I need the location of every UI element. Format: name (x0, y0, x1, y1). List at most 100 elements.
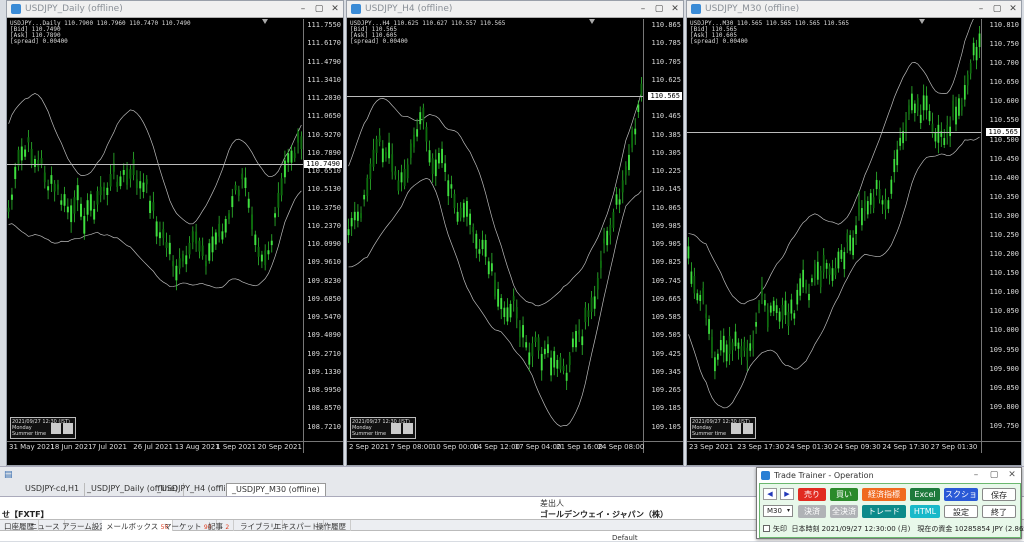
price-tick-label: 110.225 (651, 167, 681, 176)
price-axis[interactable]: 110.865110.785110.705110.625110.545110.4… (643, 19, 683, 453)
indicator-button[interactable]: 経済指標 (862, 488, 906, 501)
candle-body (419, 112, 422, 125)
price-axis[interactable]: 110.810 110.750 110.700 110.650 110.600 110.5… (981, 19, 1021, 453)
minimize-icon[interactable]: – (635, 2, 651, 16)
terminal-tab[interactable]: 操作履歴 (312, 520, 351, 531)
price-tick-label: 110.0990 (307, 240, 341, 249)
maximize-icon[interactable]: ▢ (989, 2, 1005, 16)
shift-marker-icon (919, 19, 925, 24)
chart-window-m30[interactable]: USDJPY_M30 (offline) – ▢ ✕ USDJPY...M30 … (686, 0, 1022, 466)
candle-body (547, 344, 549, 354)
maximize-icon[interactable]: ▢ (985, 470, 1003, 480)
candle-body (20, 146, 23, 161)
candle-body (126, 168, 129, 185)
candle-body (799, 278, 802, 296)
candle-body (425, 126, 428, 142)
candle-body (83, 216, 86, 234)
candle-body (149, 200, 152, 214)
candle-body (214, 232, 217, 245)
candle-body (881, 200, 884, 205)
prev-button[interactable]: ◀ (763, 488, 777, 500)
arrow-checkbox[interactable] (763, 525, 770, 532)
candle-body (899, 137, 902, 146)
price-axis[interactable]: 111.7550 111.6170 111.4790 111.3410 111.2030… (303, 19, 343, 453)
candle-body (919, 114, 922, 123)
candle-body (711, 336, 713, 354)
clock-button[interactable] (731, 423, 741, 434)
screenshot-button[interactable]: スクショ (944, 488, 978, 501)
window-titlebar[interactable]: USDJPY_M30 (offline) – ▢ ✕ (687, 1, 1021, 18)
candle-body (540, 353, 543, 371)
candle-body (793, 313, 796, 319)
clock-button[interactable] (51, 423, 61, 434)
minimize-icon[interactable]: – (967, 470, 985, 480)
close-icon[interactable]: ✕ (1003, 470, 1021, 480)
candle-body (416, 129, 419, 137)
price-tick-label: 110.400 (989, 173, 1019, 182)
exit-button[interactable]: 終了 (982, 505, 1016, 518)
candle-body (966, 74, 969, 86)
close-icon[interactable]: ✕ (1005, 2, 1021, 16)
price-chart[interactable]: USDJPY...Daily 110.7900 110.7960 110.747… (7, 19, 343, 453)
candle-body (241, 173, 244, 180)
settings-button[interactable]: 設定 (944, 505, 978, 518)
candle-body (132, 159, 135, 176)
window-titlebar[interactable]: USDJPY_Daily (offline) – ▢ ✕ (7, 1, 343, 18)
candle-body (603, 238, 605, 244)
save-button[interactable]: 保存 (982, 488, 1016, 501)
candle-body (172, 261, 175, 267)
time-tick-label: 24 Sep 08:00 (597, 443, 645, 451)
price-chart[interactable]: USDJPY...M30 110.565 110.565 110.565 110… (687, 19, 1021, 453)
sell-button[interactable]: 売り (798, 488, 826, 501)
window-title: USDJPY_M30 (offline) (705, 4, 800, 14)
trade-trainer-titlebar[interactable]: Trade Trainer - Operation – ▢ ✕ (757, 468, 1021, 482)
price-tick-label: 110.705 (651, 57, 681, 66)
price-tick-label: 109.505 (651, 331, 681, 340)
chart-window-daily[interactable]: USDJPY_Daily (offline) – ▢ ✕ USDJPY...Da… (6, 0, 344, 466)
chart-tab[interactable]: USDJPY-cd,H1 (20, 483, 86, 496)
candle-body (56, 184, 59, 190)
time-tick-label: 1 Sep 2021 (216, 443, 257, 451)
trade-trainer-window[interactable]: Trade Trainer - Operation – ▢ ✕ ◀ ▶ 売り 買… (756, 467, 1024, 539)
chart-window-h4[interactable]: USDJPY_H4 (offline) – ▢ ✕ USDJPY...H4 11… (346, 0, 684, 466)
maximize-icon[interactable]: ▢ (311, 2, 327, 16)
close-icon[interactable]: ✕ (327, 2, 343, 16)
price-tick-label: 109.9610 (307, 258, 341, 267)
candle-body (934, 132, 937, 142)
price-tick-label: 110.450 (989, 154, 1019, 163)
time-tick-label: 13 Aug 2021 (174, 443, 220, 451)
bid-line (347, 96, 643, 97)
chart-tab-active[interactable]: _USDJPY_M30 (offline) (226, 483, 326, 496)
price-tick-label: 109.800 (989, 402, 1019, 411)
settle-all-button[interactable]: 全決済 (830, 505, 858, 518)
timeframe-select[interactable]: M30 ▾ (763, 505, 793, 517)
candle-body (109, 174, 112, 187)
clock-button[interactable] (743, 423, 753, 434)
price-chart[interactable]: USDJPY...H4 110.625 110.627 110.557 110.… (347, 19, 683, 453)
clock-button[interactable] (391, 423, 401, 434)
candle-body (381, 148, 384, 163)
minimize-icon[interactable]: – (973, 2, 989, 16)
next-button[interactable]: ▶ (780, 488, 794, 500)
candle-body (590, 297, 593, 312)
settle-button[interactable]: 決済 (798, 505, 826, 518)
candle-body (575, 331, 577, 348)
candle-body (961, 105, 963, 111)
candle-body (600, 260, 602, 268)
trade-button[interactable]: トレード (862, 505, 906, 518)
excel-button[interactable]: Excel (910, 488, 940, 501)
close-icon[interactable]: ✕ (667, 2, 683, 16)
candle-body (406, 164, 409, 179)
minimize-icon[interactable]: – (295, 2, 311, 16)
price-tick-label: 110.750 (989, 40, 1019, 49)
clock-button[interactable] (403, 423, 413, 434)
candle-body (139, 181, 142, 189)
clock-button[interactable] (63, 423, 73, 434)
terminal-tab[interactable]: 記事 2 (204, 520, 235, 531)
price-tick-label: 110.700 (989, 59, 1019, 68)
window-titlebar[interactable]: USDJPY_H4 (offline) – ▢ ✕ (347, 1, 683, 18)
html-button[interactable]: HTML (910, 505, 940, 518)
buy-button[interactable]: 買い (830, 488, 858, 501)
candle-body (444, 163, 447, 172)
maximize-icon[interactable]: ▢ (651, 2, 667, 16)
